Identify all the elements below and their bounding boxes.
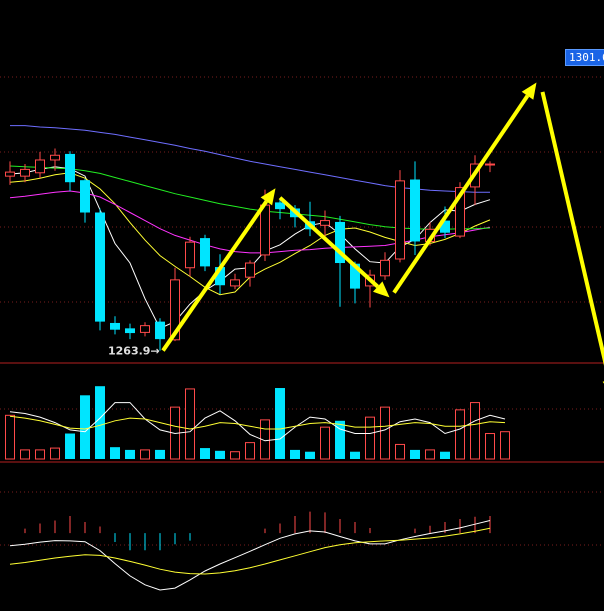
volume-bar (350, 451, 360, 459)
candle-body (260, 204, 270, 256)
volume-bar (455, 409, 465, 460)
volume-bar (185, 388, 195, 460)
volume-bar (50, 447, 60, 460)
volume-bar (500, 431, 510, 460)
candle-body (155, 321, 165, 340)
volume-bar (440, 451, 450, 459)
volume-bar (305, 451, 315, 459)
candle-body (80, 180, 90, 213)
last-price-label: 1301.6 (565, 49, 604, 66)
volume-bar (380, 406, 390, 460)
volume-bar (125, 449, 135, 459)
volume-bar (245, 442, 255, 460)
candle-body (485, 163, 495, 166)
volume-bar (65, 433, 75, 459)
volume-bar (215, 450, 225, 459)
candle-body (65, 153, 75, 183)
candle-body (95, 212, 105, 322)
candle-body (50, 154, 60, 161)
volume-bar (155, 449, 165, 459)
candle-body (140, 325, 150, 333)
candle-body (380, 259, 390, 277)
volume-bar (320, 426, 330, 460)
candle-body (5, 171, 15, 177)
candle-body (200, 238, 210, 267)
candle-body (395, 180, 405, 260)
volume-bar (395, 443, 405, 460)
low-price-annotation: 1263.9→ (108, 345, 160, 358)
volume-bar (365, 416, 375, 460)
volume-bar (275, 388, 285, 459)
volume-bar (20, 449, 30, 460)
volume-bar (110, 447, 120, 459)
volume-bar (200, 448, 210, 459)
candle-body (230, 279, 240, 287)
volume-bar (470, 402, 480, 460)
candle-body (35, 159, 45, 174)
chart-background (0, 0, 604, 611)
candle-body (410, 179, 420, 242)
volume-bar (35, 449, 45, 460)
volume-bar (230, 451, 240, 460)
annotations: 1263.9→ (108, 345, 160, 358)
candle-body (20, 168, 30, 177)
candle-body (320, 220, 330, 226)
candle-body (110, 322, 120, 330)
volume-bar (140, 449, 150, 460)
volume-bar (425, 449, 435, 460)
volume-bar (290, 449, 300, 459)
volume-bar (95, 386, 105, 459)
candle-body (125, 328, 135, 334)
volume-bar (485, 433, 495, 460)
candle-body (245, 262, 255, 278)
volume-bar (5, 414, 15, 460)
candlestick-chart: 1263.9→ (0, 0, 604, 611)
candle-body (185, 241, 195, 269)
volume-bar (410, 449, 420, 459)
volume-bar (80, 395, 90, 459)
